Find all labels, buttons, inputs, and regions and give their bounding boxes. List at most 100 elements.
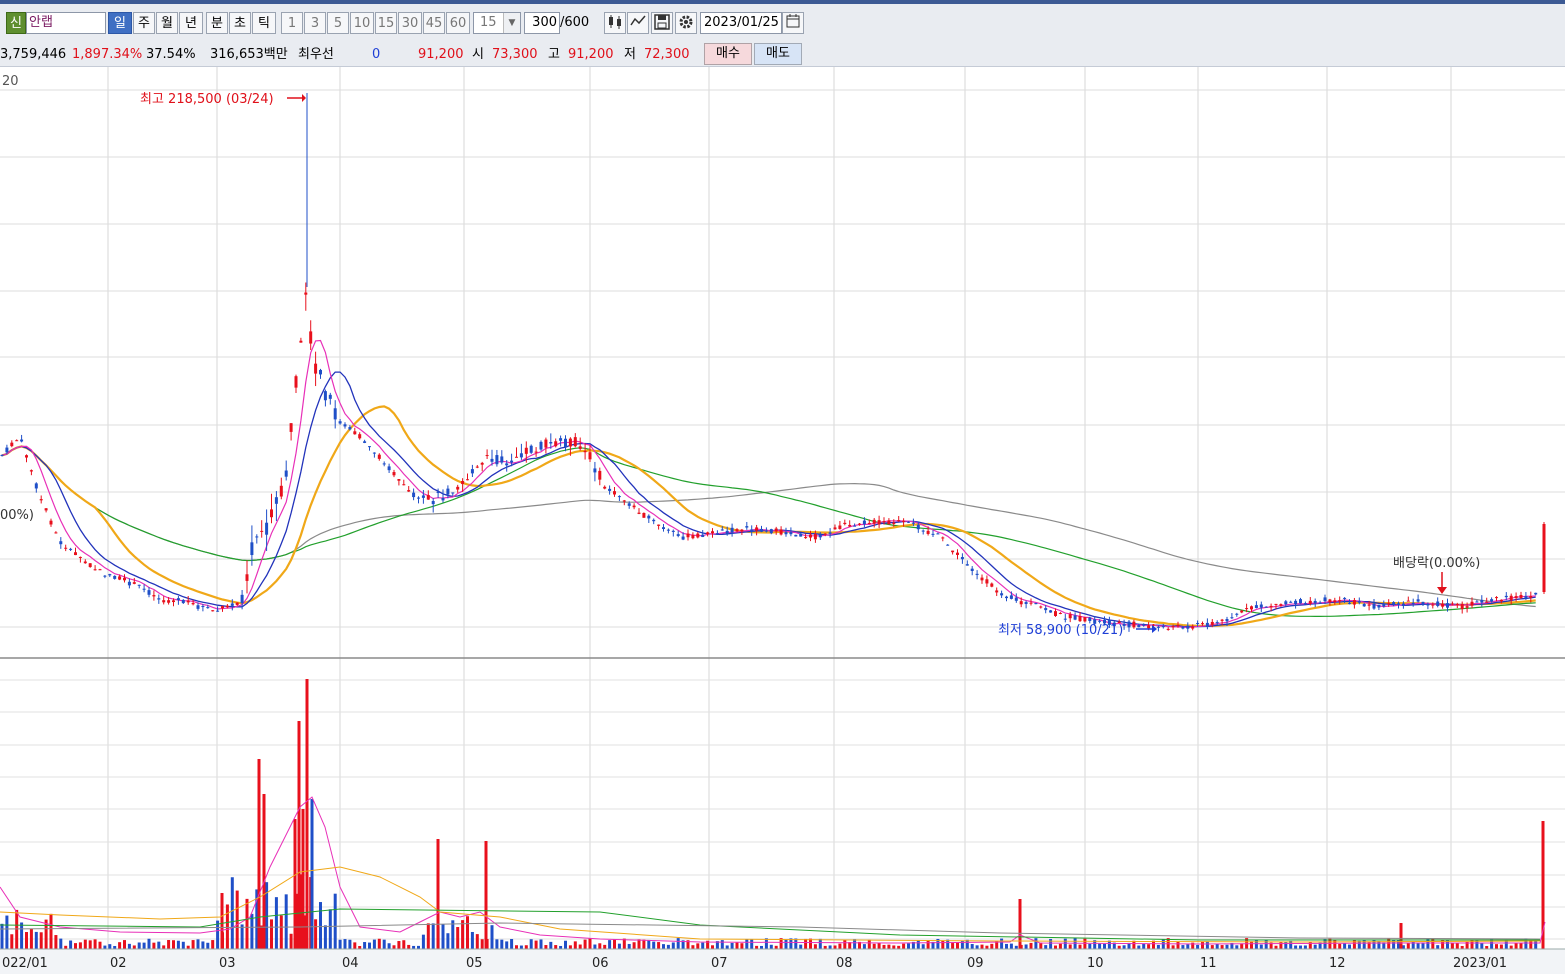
volume-bar: [872, 943, 876, 949]
stock-name-input[interactable]: 안랩: [26, 12, 106, 34]
calendar-icon[interactable]: [782, 12, 804, 34]
volume-bar: [167, 939, 171, 949]
volume-bar: [951, 943, 955, 949]
candle-body: [862, 520, 866, 525]
volume-bar: [632, 942, 636, 949]
candle-body: [152, 595, 156, 597]
candle-body: [1352, 600, 1356, 605]
date-input[interactable]: 2023/01/25: [700, 12, 782, 34]
volume-bar: [162, 945, 166, 949]
volume-bar: [642, 939, 646, 949]
price-axis-tick: 20: [2, 74, 19, 89]
candle-body: [1367, 604, 1371, 606]
candle-body: [446, 488, 450, 495]
candle-body: [544, 439, 548, 448]
volume-bar: [480, 939, 484, 949]
volume-bar: [843, 939, 847, 949]
candle-body: [529, 445, 533, 453]
count-input[interactable]: 300: [524, 12, 560, 34]
volume-bar: [882, 944, 886, 949]
line-tool-icon[interactable]: [627, 12, 649, 34]
candle-body: [451, 492, 455, 494]
volume-bar: [1372, 939, 1376, 949]
candle-body: [1014, 597, 1018, 601]
period-day-button[interactable]: 일: [108, 12, 132, 34]
volume-bar: [980, 944, 984, 949]
open-label: 시: [472, 47, 484, 62]
volume-bar: [1436, 945, 1440, 949]
volume-bar: [554, 945, 558, 949]
candle-settings-icon[interactable]: [604, 12, 626, 34]
volume-bar: [319, 902, 322, 949]
candle-body: [216, 610, 220, 612]
volume-bar: [1083, 938, 1087, 949]
period-year-button[interactable]: 년: [179, 12, 203, 34]
period-tick-button[interactable]: 틱: [252, 12, 276, 34]
interval-1-button[interactable]: 1: [281, 12, 303, 34]
interval-45-button[interactable]: 45: [423, 12, 445, 34]
interval-3-button[interactable]: 3: [304, 12, 326, 34]
period-week-button[interactable]: 주: [133, 12, 155, 34]
period-minute-button[interactable]: 분: [206, 12, 228, 34]
candle-body: [637, 512, 641, 514]
volume-bar: [740, 943, 744, 949]
candle-body: [789, 532, 793, 535]
volume-bar: [1044, 945, 1048, 949]
sell-button[interactable]: 매도: [754, 43, 802, 65]
candle-body: [706, 532, 710, 535]
candle-body: [157, 598, 161, 600]
interval-5-button[interactable]: 5: [327, 12, 349, 34]
interval-60-button[interactable]: 60: [446, 12, 470, 34]
period-month-button[interactable]: 월: [156, 12, 178, 34]
volume-bar: [691, 945, 695, 949]
candle-body: [951, 550, 955, 553]
month-label: 10: [1087, 956, 1104, 971]
candle-body: [877, 520, 881, 525]
candle-body: [1009, 595, 1013, 599]
candle-body: [1328, 599, 1332, 603]
candle-body: [485, 455, 489, 457]
volume-bar: [103, 945, 107, 949]
volume-bar: [1250, 941, 1253, 949]
candle-body: [946, 544, 950, 546]
candle-body: [1343, 597, 1347, 599]
candle-body: [1387, 603, 1391, 605]
candle-body: [1499, 599, 1503, 602]
candle-body: [1088, 617, 1092, 621]
volume-bar: [461, 920, 465, 949]
volume-bar: [225, 904, 229, 949]
volume-bar: [157, 941, 161, 949]
candle-body: [519, 453, 523, 458]
candle-body: [1034, 603, 1038, 605]
volume-bar: [15, 909, 19, 949]
period-second-button[interactable]: 초: [229, 12, 251, 34]
candle-body: [515, 456, 518, 458]
gear-icon[interactable]: [675, 12, 697, 34]
candle-body: [568, 438, 572, 447]
candle-body: [314, 363, 318, 374]
candle-body: [1166, 628, 1170, 630]
candle-body: [29, 470, 33, 472]
volume-bar: [573, 941, 577, 949]
candle-body: [103, 575, 107, 577]
candle-body: [407, 490, 411, 492]
volume-bar: [1455, 942, 1459, 949]
chevron-down-icon[interactable]: ▼: [503, 13, 520, 33]
stock-chart[interactable]: 022/01 02 03 04 05 06 07 08 09 10 11 12 2023/01 20 0…: [0, 67, 1565, 974]
volume-bar: [466, 916, 469, 949]
volume-bar: [328, 909, 332, 949]
interval-10-button[interactable]: 10: [350, 12, 374, 34]
interval-15-button[interactable]: 15: [375, 12, 397, 34]
volume-bar: [711, 945, 714, 949]
interval-select[interactable]: 15 ▼: [473, 12, 521, 34]
volume-bar: [701, 942, 705, 949]
candle-body: [382, 463, 386, 465]
new-listing-badge[interactable]: 신: [6, 12, 26, 34]
save-icon[interactable]: [651, 12, 673, 34]
buy-button[interactable]: 매수: [704, 43, 752, 65]
interval-30-button[interactable]: 30: [398, 12, 422, 34]
candle-body: [1308, 600, 1312, 604]
candle-body: [1264, 606, 1268, 608]
candle-body: [813, 534, 817, 540]
volume-bar: [877, 942, 881, 949]
